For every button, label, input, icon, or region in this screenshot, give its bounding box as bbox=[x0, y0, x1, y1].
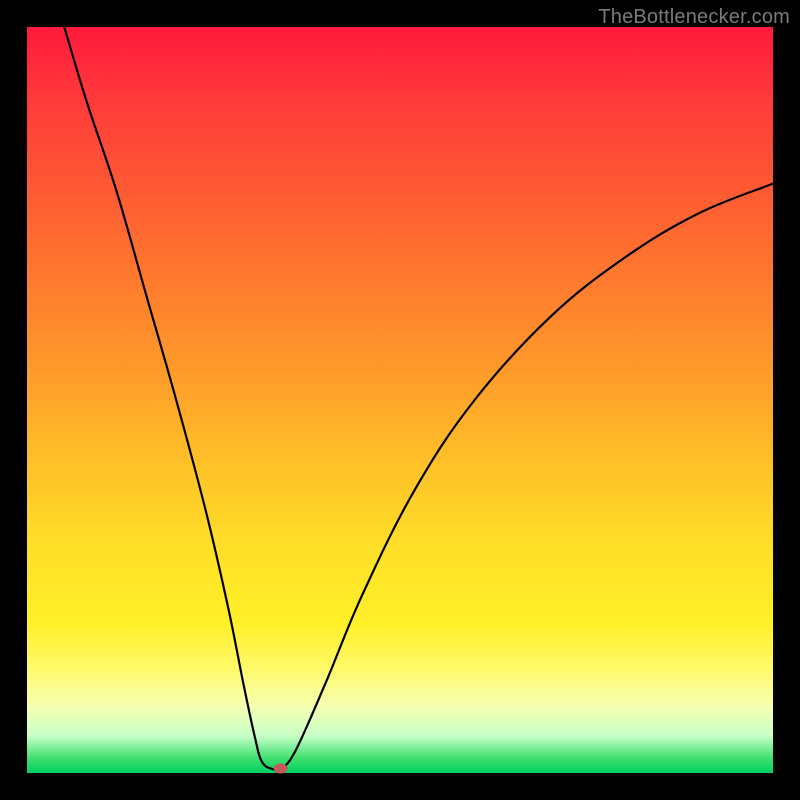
curve-svg bbox=[27, 27, 773, 773]
watermark-text: TheBottlenecker.com bbox=[598, 6, 790, 29]
minimum-marker-dot bbox=[274, 764, 288, 774]
plot-area bbox=[27, 27, 773, 773]
chart-frame: TheBottlenecker.com bbox=[0, 0, 800, 800]
bottleneck-curve bbox=[64, 27, 773, 771]
